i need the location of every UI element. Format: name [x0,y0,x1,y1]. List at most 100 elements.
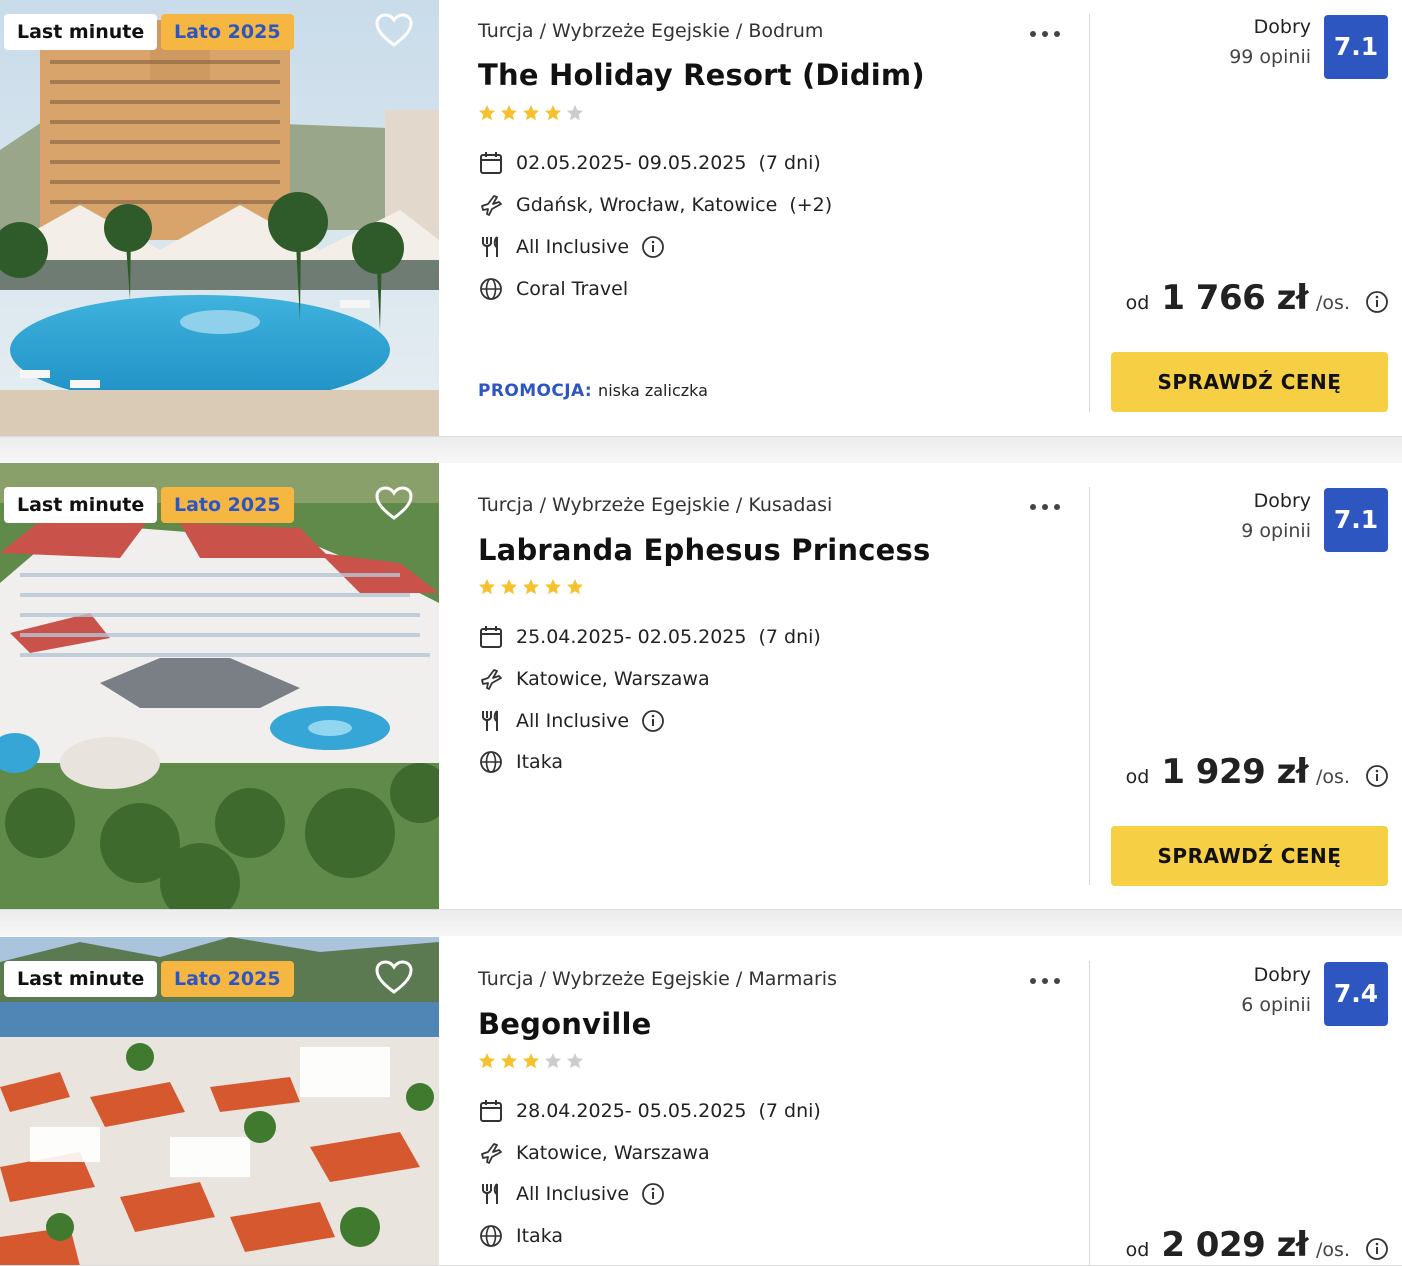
dates-row: 28.04.2025- 05.05.2025 (7 dni) [478,1096,821,1126]
season-badge: Lato 2025 [161,961,294,997]
rating-word: Dobry [1253,16,1311,38]
plane-icon [478,666,504,692]
price-amount: 1 766 zł [1161,278,1309,318]
last-minute-badge: Last minute [4,487,158,523]
travel-dates: 02.05.2025- 09.05.2025 [516,152,747,174]
hotel-title[interactable]: Begonville [478,1007,652,1041]
season-badge: Lato 2025 [161,487,294,523]
hotel-stars [478,578,584,600]
offer-card[interactable]: Last minute Lato 2025 Turcja / Wybrzeże … [0,0,1402,463]
price-info-icon[interactable] [1365,1237,1389,1261]
price-prefix: od [1125,1239,1150,1261]
check-price-button[interactable]: SPRAWDŹ CENĘ [1111,826,1388,886]
price-suffix: /os. [1316,766,1350,788]
board-row: All Inclusive [478,706,665,736]
tour-operator: Itaka [516,1225,564,1247]
hotel-title[interactable]: Labranda Ephesus Princess [478,533,930,567]
price: od 2 029 zł /os. [1126,1225,1350,1265]
calendar-icon [478,1098,504,1124]
star-icon [545,1053,561,1069]
price: od 1 929 zł /os. [1126,752,1350,792]
more-options-icon[interactable] [1028,495,1062,519]
plane-icon [478,1140,504,1166]
promotion-text: niska zaliczka [598,381,708,400]
offer-card[interactable]: Last minute Lato 2025 Turcja / Wybrzeże … [0,463,1402,936]
favorite-heart-icon[interactable] [374,485,414,521]
more-options-icon[interactable] [1028,22,1062,46]
hotel-photo[interactable] [0,0,439,437]
globe-icon [478,276,504,302]
promotion: PROMOCJA: niska zaliczka [478,381,708,401]
season-badge: Lato 2025 [161,14,294,50]
globe-icon [478,1223,504,1249]
departures-row: Gdańsk, Wrocław, Katowice (+2) [478,190,832,220]
price-suffix: /os. [1316,292,1350,314]
price-info-icon[interactable] [1365,764,1389,788]
star-icon [479,579,495,595]
location-breadcrumb[interactable]: Turcja / Wybrzeże Egejskie / Kusadasi [478,494,832,516]
departure-cities: Gdańsk, Wrocław, Katowice [516,194,778,216]
info-icon[interactable] [641,1182,665,1206]
travel-duration: (7 dni) [758,626,821,648]
tour-operator: Itaka [516,751,564,773]
rating-score: 7.4 [1324,962,1388,1026]
hotel-photo-image [0,463,439,910]
divider [1089,487,1090,885]
dates-row: 02.05.2025- 09.05.2025 (7 dni) [478,148,821,178]
calendar-icon [478,150,504,176]
plane-icon [478,192,504,218]
operator-row: Itaka [478,747,563,777]
review-count[interactable]: 99 opinii [1229,46,1311,68]
review-count[interactable]: 9 opinii [1241,520,1311,542]
review-count[interactable]: 6 opinii [1241,994,1311,1016]
hotel-photo[interactable] [0,463,439,910]
offer-info: Turcja / Wybrzeże Egejskie / Bodrum The … [478,0,1078,437]
favorite-heart-icon[interactable] [374,959,414,995]
star-icon [523,579,539,595]
star-icon [479,105,495,121]
hotel-stars [478,104,584,126]
offer-card[interactable]: Last minute Lato 2025 Turcja / Wybrzeże … [0,937,1402,1266]
rating-score: 7.1 [1324,488,1388,552]
board-type: All Inclusive [516,710,630,732]
more-options-icon[interactable] [1028,969,1062,993]
info-icon[interactable] [641,709,665,733]
star-icon [501,1053,517,1069]
board-row: All Inclusive [478,232,665,262]
board-row: All Inclusive [478,1179,665,1209]
offer-info: Turcja / Wybrzeże Egejskie / Kusadasi La… [478,463,1078,900]
price-info-icon[interactable] [1365,290,1389,314]
divider [1089,14,1090,412]
location-breadcrumb[interactable]: Turcja / Wybrzeże Egejskie / Bodrum [478,20,823,42]
star-icon [523,1053,539,1069]
check-price-button[interactable]: SPRAWDŹ CENĘ [1111,352,1388,412]
star-icon [567,1053,583,1069]
operator-row: Itaka [478,1221,563,1251]
card-separator [0,910,1402,936]
travel-dates: 25.04.2025- 02.05.2025 [516,626,747,648]
globe-icon [478,749,504,775]
cutlery-icon [478,708,504,734]
favorite-heart-icon[interactable] [374,12,414,48]
rating-word: Dobry [1253,490,1311,512]
calendar-icon [478,624,504,650]
travel-duration: (7 dni) [758,1100,821,1122]
star-icon [479,1053,495,1069]
hotel-stars [478,1052,584,1074]
info-icon[interactable] [641,235,665,259]
location-breadcrumb[interactable]: Turcja / Wybrzeże Egejskie / Marmaris [478,968,837,990]
star-icon [523,105,539,121]
hotel-title[interactable]: The Holiday Resort (Didim) [478,58,925,92]
cutlery-icon [478,234,504,260]
departure-more[interactable]: (+2) [789,194,832,216]
offer-info: Turcja / Wybrzeże Egejskie / Marmaris Be… [478,937,1078,1266]
rating-word: Dobry [1253,964,1311,986]
departure-cities: Katowice, Warszawa [516,1142,710,1164]
tour-operator: Coral Travel [516,278,629,300]
travel-dates: 28.04.2025- 05.05.2025 [516,1100,747,1122]
price: od 1 766 zł /os. [1126,278,1350,318]
rating-score: 7.1 [1324,15,1388,79]
star-icon [567,105,583,121]
star-icon [545,579,561,595]
travel-duration: (7 dni) [758,152,821,174]
